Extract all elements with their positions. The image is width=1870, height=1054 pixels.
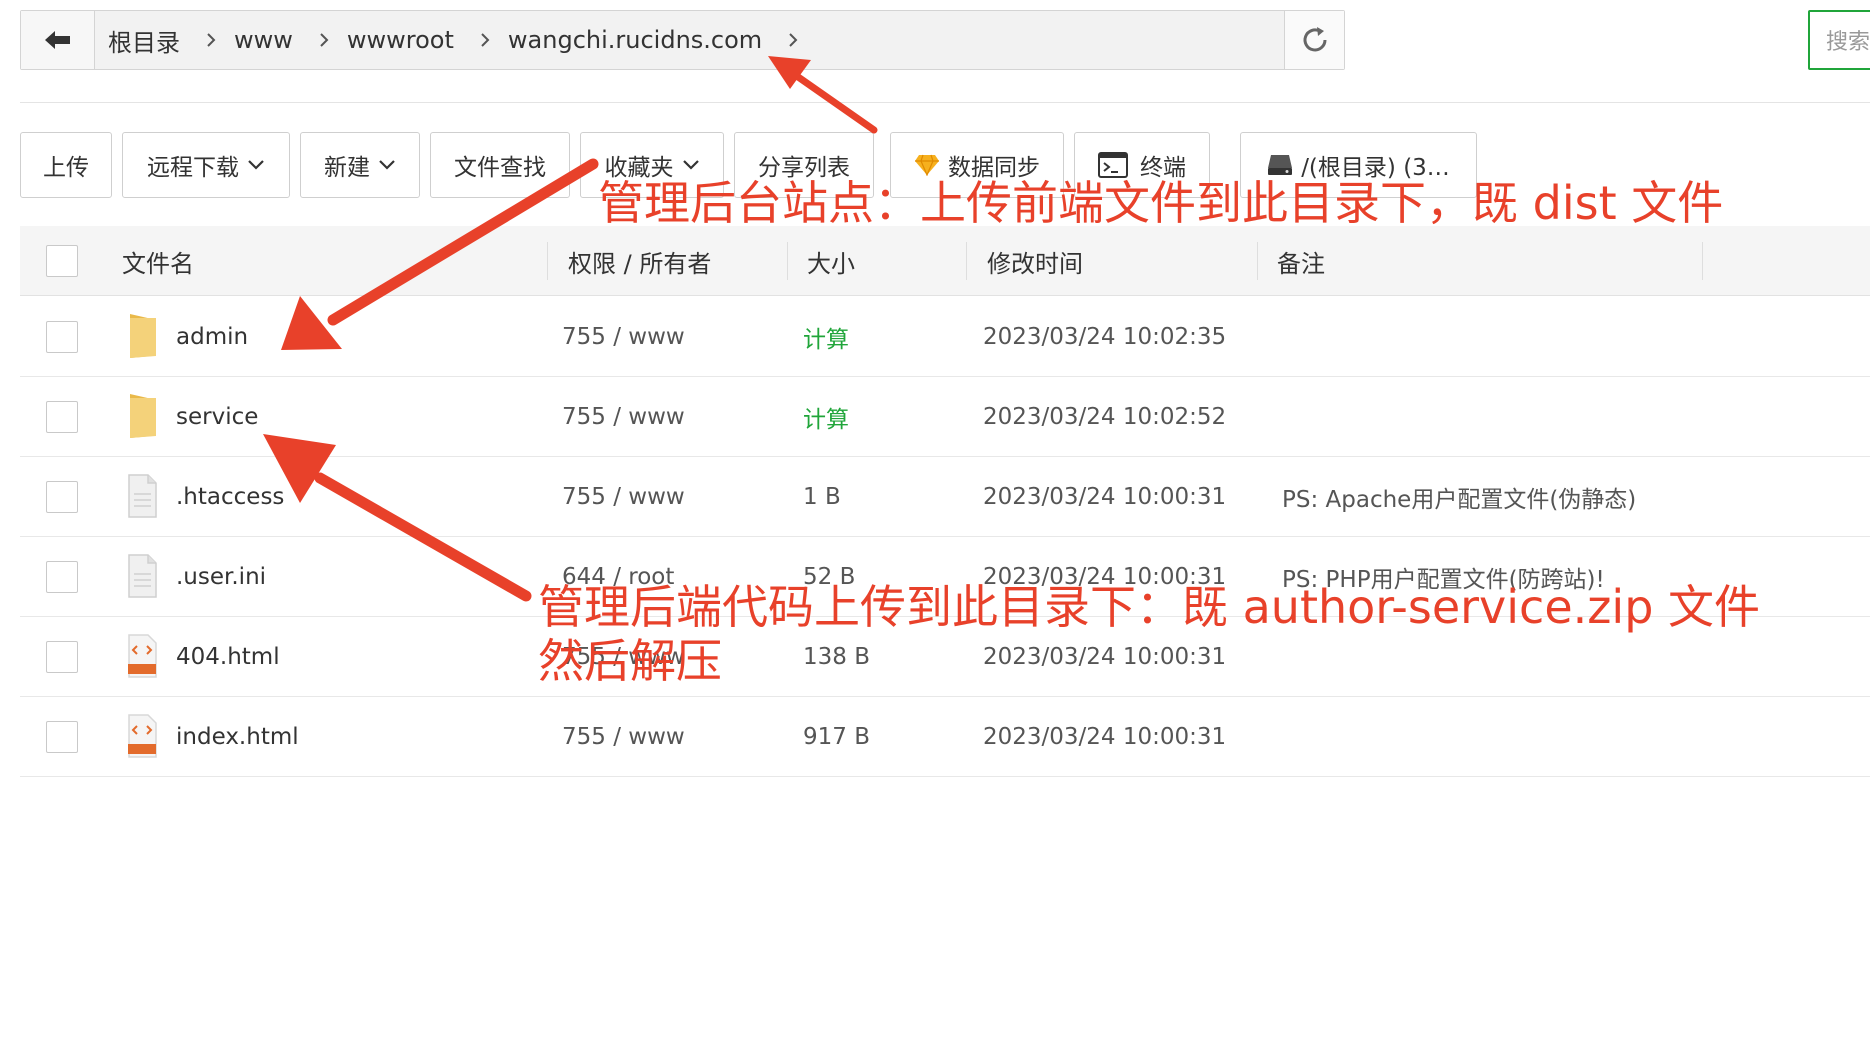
row-checkbox[interactable] bbox=[46, 321, 78, 353]
table-header: 文件名 权限 / 所有者 大小 修改时间 备注 bbox=[20, 226, 1870, 296]
file-size: 917 B bbox=[803, 724, 870, 750]
upload-label: 上传 bbox=[43, 155, 89, 181]
upload-button[interactable]: 上传 bbox=[20, 132, 112, 198]
divider bbox=[20, 102, 1870, 103]
column-divider bbox=[1702, 242, 1703, 280]
chevron-right-icon bbox=[206, 32, 216, 48]
column-divider bbox=[787, 242, 788, 280]
arrow-left-icon bbox=[44, 31, 70, 49]
file-mtime: 2023/03/24 10:00:31 bbox=[983, 724, 1227, 750]
file-name[interactable]: .user.ini bbox=[176, 537, 266, 617]
file-permission[interactable]: 755 / www bbox=[562, 377, 685, 457]
table-row[interactable]: index.html 755 / www 917 B 2023/03/24 10… bbox=[20, 697, 1870, 777]
breadcrumb-item-www[interactable]: www bbox=[234, 26, 293, 54]
file-size-calculate[interactable]: 计算 bbox=[803, 297, 849, 377]
column-header-size[interactable]: 大小 bbox=[807, 226, 855, 296]
chevron-right-icon bbox=[319, 32, 329, 48]
refresh-button[interactable] bbox=[1284, 11, 1344, 69]
terminal-icon bbox=[1098, 152, 1128, 178]
annotation-admin-note: 管理后台站点：上传前端文件到此目录下，既 dist 文件 bbox=[598, 176, 1724, 230]
file-name[interactable]: admin bbox=[176, 297, 248, 377]
chevron-down-icon bbox=[682, 160, 699, 170]
path-bar: 根目录 www wwwroot wangchi.rucidns.com bbox=[20, 10, 1345, 70]
column-divider bbox=[1257, 242, 1258, 280]
annotation-service-note-line2: 然后解压 bbox=[538, 634, 722, 688]
file-mtime: 2023/03/24 10:00:31 bbox=[983, 484, 1227, 510]
remote-download-label: 远程下载 bbox=[147, 155, 239, 181]
chevron-right-icon bbox=[788, 32, 798, 48]
chevron-right-icon bbox=[480, 32, 490, 48]
file-size: 1 B bbox=[803, 484, 841, 510]
file-note: PS: Apache用户配置文件(伪静态) bbox=[1282, 487, 1637, 513]
table-row[interactable]: .htaccess 755 / www 1 B 2023/03/24 10:00… bbox=[20, 457, 1870, 537]
file-icon bbox=[128, 474, 157, 518]
file-mtime: 2023/03/24 10:02:35 bbox=[983, 324, 1227, 350]
file-name[interactable]: .htaccess bbox=[176, 457, 284, 537]
row-checkbox[interactable] bbox=[46, 401, 78, 433]
column-header-name[interactable]: 文件名 bbox=[122, 226, 194, 296]
file-size-calculate[interactable]: 计算 bbox=[803, 377, 849, 457]
search-input[interactable]: 搜索 bbox=[1808, 10, 1870, 70]
diamond-icon bbox=[915, 154, 939, 176]
html-file-icon bbox=[128, 714, 157, 758]
row-checkbox[interactable] bbox=[46, 561, 78, 593]
select-all-checkbox[interactable] bbox=[46, 245, 78, 277]
new-label: 新建 bbox=[324, 155, 370, 181]
back-button[interactable] bbox=[21, 11, 95, 69]
column-header-mtime[interactable]: 修改时间 bbox=[987, 226, 1083, 296]
file-permission[interactable]: 755 / www bbox=[562, 297, 685, 377]
remote-download-button[interactable]: 远程下载 bbox=[122, 132, 290, 198]
chevron-down-icon bbox=[379, 160, 395, 170]
row-checkbox[interactable] bbox=[46, 721, 78, 753]
folder-icon bbox=[130, 394, 156, 438]
folder-icon bbox=[130, 314, 156, 358]
chevron-down-icon bbox=[248, 160, 264, 170]
breadcrumb-item-wwwroot[interactable]: wwwroot bbox=[347, 26, 454, 54]
breadcrumb: 根目录 www wwwroot wangchi.rucidns.com bbox=[95, 11, 1284, 69]
file-mtime: 2023/03/24 10:02:52 bbox=[983, 404, 1227, 430]
file-name[interactable]: service bbox=[176, 377, 258, 457]
file-icon bbox=[128, 554, 157, 598]
column-header-note: 备注 bbox=[1277, 249, 1325, 278]
file-name[interactable]: index.html bbox=[176, 697, 299, 777]
table-row[interactable]: service 755 / www 计算 2023/03/24 10:02:52 bbox=[20, 377, 1870, 457]
refresh-icon bbox=[1303, 27, 1326, 52]
html-file-icon bbox=[128, 634, 157, 678]
row-checkbox[interactable] bbox=[46, 481, 78, 513]
column-divider bbox=[966, 242, 967, 280]
row-checkbox[interactable] bbox=[46, 641, 78, 673]
breadcrumb-item-root[interactable]: 根目录 bbox=[108, 23, 180, 58]
file-search-button[interactable]: 文件查找 bbox=[430, 132, 570, 198]
table-row[interactable]: admin 755 / www 计算 2023/03/24 10:02:35 bbox=[20, 297, 1870, 377]
file-permission[interactable]: 755 / www bbox=[562, 697, 685, 777]
file-name[interactable]: 404.html bbox=[176, 617, 280, 697]
breadcrumb-item-site[interactable]: wangchi.rucidns.com bbox=[508, 26, 762, 54]
column-divider bbox=[547, 242, 548, 280]
file-permission[interactable]: 755 / www bbox=[562, 457, 685, 537]
file-search-label: 文件查找 bbox=[454, 155, 546, 181]
annotation-service-note-line1: 管理后端代码上传到此目录下：既 author-service.zip 文件 bbox=[538, 580, 1761, 634]
disk-icon bbox=[1268, 155, 1293, 175]
new-button[interactable]: 新建 bbox=[300, 132, 420, 198]
column-header-permission[interactable]: 权限 / 所有者 bbox=[568, 226, 711, 296]
